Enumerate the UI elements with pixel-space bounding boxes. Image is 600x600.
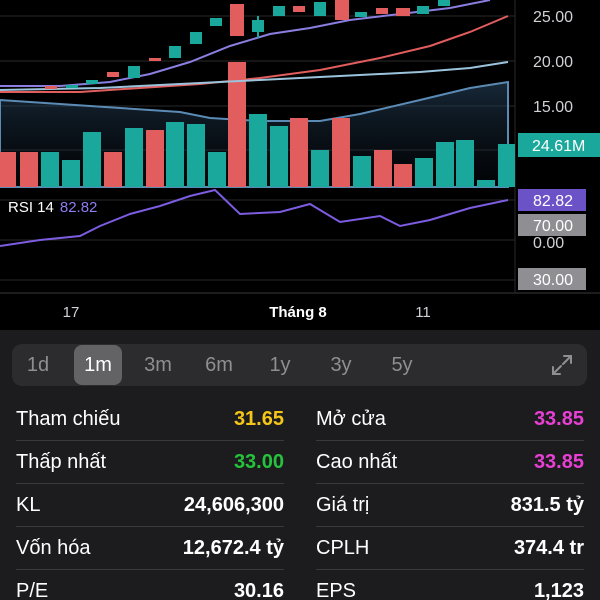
volume-bar [477,180,495,187]
volume-bar [146,130,164,187]
x-tick-label: 11 [415,304,431,321]
volume-bar [249,114,267,187]
rsi-value: 82.82 [60,199,98,216]
stat-value: 33.00 [233,451,284,473]
volume-bar [187,124,205,187]
timeframe-1d[interactable]: 1d [14,344,62,386]
stats-row: P/E 30.16 EPS 1,123 [0,570,600,600]
volume-bar [374,150,392,187]
stat-label: CPLH [316,537,370,559]
price-chart[interactable]: 17 Tháng 8 11 25.00 20.00 15.00 24.61M R… [0,0,600,330]
timeframe-1m[interactable]: 1m [74,345,122,385]
stat-value: 33.85 [533,408,584,430]
candle [45,86,57,89]
stats-row: KL 24,606,300 Giá trị 831.5 tỷ [0,484,600,527]
candle [396,8,410,16]
volume-bar [20,152,38,187]
volume-bar [498,144,515,187]
stat-label: Vốn hóa [16,537,91,559]
timeframe-1y[interactable]: 1y [256,344,304,386]
rsi-axis-label: 70.00 [533,218,573,235]
candle [190,32,202,44]
rsi-axis-label: 30.00 [533,272,573,289]
volume-bar [166,122,184,187]
volume-bar [290,118,308,187]
volume-bar [415,158,433,187]
volume-bar [62,160,80,187]
candle [230,4,244,36]
stat-value: 1,123 [533,580,584,600]
volume-bar [0,152,16,187]
candle [149,58,161,61]
candle [314,2,326,16]
stat-label: KL [16,494,41,516]
volume-bar [456,140,474,187]
stats-row: Tham chiếu 31.65 Mở cửa 33.85 [0,398,600,441]
rsi-title: RSI 14 82.82 [8,199,97,216]
rsi-axis-label: 0.00 [533,235,564,252]
volume-bar [83,132,101,187]
volume-badge-label: 24.61M [532,138,585,155]
candle [107,72,119,77]
rsi-axis-label: 82.82 [533,193,573,210]
volume-bar [104,152,122,187]
expand-icon[interactable] [551,354,573,376]
volume-bar [208,152,226,187]
candle [417,6,429,14]
volume-bar [125,128,143,187]
stat-value: 33.85 [533,451,584,473]
candle [293,6,305,12]
volume-bar [332,118,350,187]
stats-row: Thấp nhất 33.00 Cao nhất 33.85 [0,441,600,484]
timeframe-5y[interactable]: 5y [378,344,426,386]
stat-label: P/E [16,580,49,600]
timeframe-6m[interactable]: 6m [195,344,243,386]
candles [45,0,450,89]
candle [210,18,222,26]
stat-label: Cao nhất [316,451,398,473]
stat-label: Mở cửa [316,408,386,430]
timeframe-3m[interactable]: 3m [134,344,182,386]
volume-bar [41,152,59,187]
candle [376,8,388,14]
volume-bar [311,150,329,187]
stat-value: 31.65 [233,408,284,430]
volume-bar [436,142,454,187]
candle [128,66,140,78]
volume-bar [353,156,371,187]
price-axis-label: 25.00 [533,9,573,26]
candle [66,85,78,88]
stat-value: 12,672.4 tỷ [182,537,284,559]
candle [438,0,450,6]
stats-row: Vốn hóa 12,672.4 tỷ CPLH 374.4 tr [0,527,600,570]
chart-canvas: 17 Tháng 8 11 25.00 20.00 15.00 24.61M R… [0,0,600,321]
volume-bar [270,126,288,187]
candle [169,46,181,58]
stat-value: 30.16 [233,580,284,600]
candle [86,80,98,84]
stat-value: 374.4 tr [513,537,584,559]
rsi-label: RSI 14 [8,199,54,216]
timeframe-3y[interactable]: 3y [317,344,365,386]
x-tick-label: Tháng 8 [269,304,327,321]
candle [273,6,285,16]
price-axis-label: 15.00 [533,99,573,116]
x-tick-label: 17 [63,304,80,321]
timeframe-selector: 1d 1m 3m 6m 1y 3y 5y [12,344,587,386]
stat-value: 24,606,300 [183,494,284,516]
stat-value: 831.5 tỷ [510,494,584,516]
volume-bar [394,164,412,187]
candle [335,0,349,20]
stat-label: Thấp nhất [16,451,107,473]
price-axis-label: 20.00 [533,54,573,71]
stat-label: Giá trị [316,494,370,516]
stat-label: EPS [316,580,357,600]
stat-label: Tham chiếu [16,408,121,430]
candle [252,20,264,32]
candle [355,12,367,17]
